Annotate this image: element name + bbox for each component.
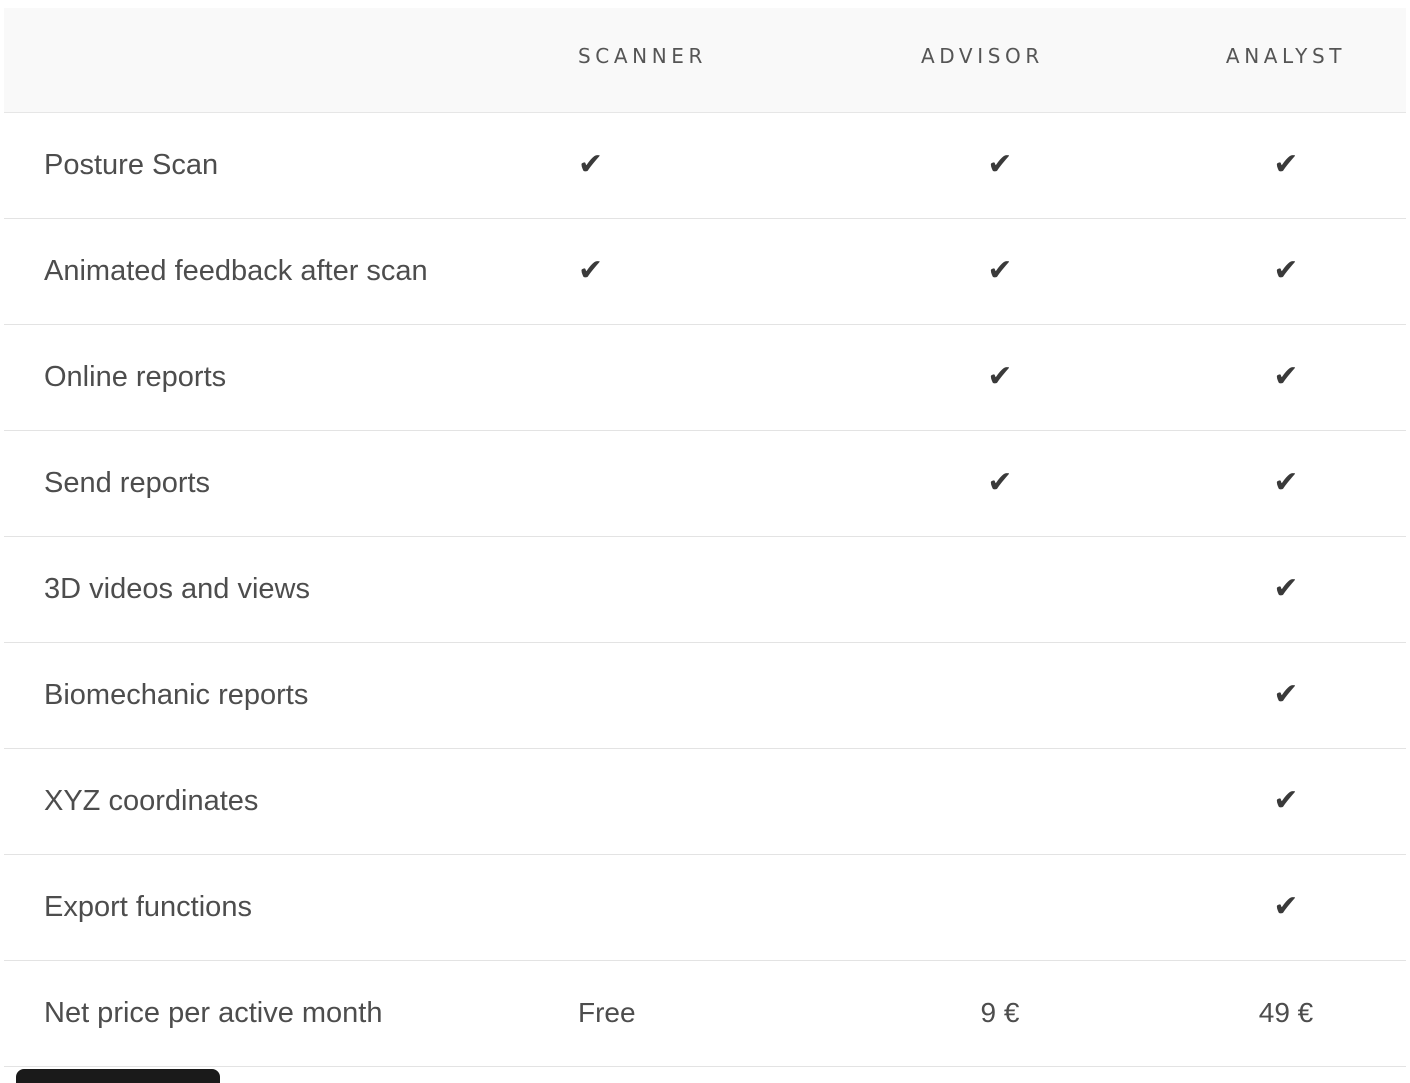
- table-row: Biomechanic reports ✔: [4, 642, 1406, 748]
- cell-scanner: [538, 430, 854, 536]
- feature-label: 3D videos and views: [44, 572, 310, 605]
- cell-analyst: ✔: [1166, 112, 1406, 218]
- cell-analyst: ✔: [1166, 324, 1406, 430]
- price-analyst-value: 49 €: [1258, 996, 1314, 1028]
- feature-label: Export functions: [44, 890, 252, 923]
- feature-label: Biomechanic reports: [44, 678, 309, 711]
- plan-header-analyst: ANALYST: [1225, 43, 1347, 68]
- price-scanner: Free: [538, 960, 854, 1066]
- check-icon: ✔: [1273, 888, 1299, 924]
- check-icon: ✔: [987, 252, 1013, 288]
- table-row: Send reports ✔ ✔: [4, 430, 1406, 536]
- cell-analyst: ✔: [1166, 642, 1406, 748]
- cell-scanner: ✔: [538, 218, 854, 324]
- check-icon: ✔: [1273, 570, 1299, 606]
- price-advisor: 9 €: [854, 960, 1166, 1066]
- price-analyst: 49 €: [1166, 960, 1406, 1066]
- feature-column-header: [4, 8, 538, 112]
- check-icon: ✔: [1273, 464, 1299, 500]
- table-body: Posture Scan ✔ ✔ ✔ Animated feedback after s…: [4, 112, 1406, 1066]
- feature-label: Send reports: [44, 466, 211, 499]
- cell-analyst: ✔: [1166, 430, 1406, 536]
- cell-advisor: ✔: [854, 324, 1166, 430]
- bottom-tab-handle[interactable]: [16, 1069, 220, 1083]
- plan-header-advisor: ADVISOR: [921, 43, 1044, 68]
- check-icon: ✔: [578, 146, 604, 182]
- cell-advisor: [854, 642, 1166, 748]
- price-row-label: Net price per active month: [44, 996, 383, 1029]
- feature-label: Animated feedback after scan: [44, 254, 428, 287]
- table-row: XYZ coordinates ✔: [4, 748, 1406, 854]
- cell-scanner: [538, 748, 854, 854]
- check-icon: ✔: [1273, 252, 1299, 288]
- cell-advisor: ✔: [854, 218, 1166, 324]
- price-row: Net price per active month Free 9 € 49 €: [4, 960, 1406, 1066]
- cell-scanner: [538, 854, 854, 960]
- cell-scanner: [538, 536, 854, 642]
- cell-scanner: [538, 324, 854, 430]
- check-icon: ✔: [987, 358, 1013, 394]
- cell-analyst: ✔: [1166, 536, 1406, 642]
- check-icon: ✔: [578, 252, 604, 288]
- table-row: Animated feedback after scan ✔ ✔ ✔: [4, 218, 1406, 324]
- check-icon: ✔: [1273, 358, 1299, 394]
- cell-scanner: ✔: [538, 112, 854, 218]
- table-row: 3D videos and views ✔: [4, 536, 1406, 642]
- cell-analyst: ✔: [1166, 748, 1406, 854]
- feature-label: XYZ coordinates: [44, 784, 259, 817]
- cell-advisor: [854, 854, 1166, 960]
- table-row: Export functions ✔: [4, 854, 1406, 960]
- cell-analyst: ✔: [1166, 854, 1406, 960]
- table-row: Online reports ✔ ✔: [4, 324, 1406, 430]
- check-icon: ✔: [1273, 676, 1299, 712]
- cell-advisor: [854, 536, 1166, 642]
- plan-header-scanner: SCANNER: [578, 43, 707, 68]
- price-scanner-value: Free: [578, 996, 636, 1028]
- cell-analyst: ✔: [1166, 218, 1406, 324]
- check-icon: ✔: [1273, 782, 1299, 818]
- cell-advisor: ✔: [854, 112, 1166, 218]
- cell-advisor: ✔: [854, 430, 1166, 536]
- check-icon: ✔: [1273, 146, 1299, 182]
- feature-label: Online reports: [44, 360, 227, 393]
- pricing-comparison-table-wrap: SCANNER ADVISOR ANALYST Posture Scan ✔ ✔ ✔ A…: [4, 8, 1406, 1067]
- cell-scanner: [538, 642, 854, 748]
- table-row: Posture Scan ✔ ✔ ✔: [4, 112, 1406, 218]
- pricing-comparison-table: SCANNER ADVISOR ANALYST Posture Scan ✔ ✔ ✔ A…: [4, 8, 1406, 1067]
- check-icon: ✔: [987, 146, 1013, 182]
- table-header-row: SCANNER ADVISOR ANALYST: [4, 8, 1406, 112]
- cell-advisor: [854, 748, 1166, 854]
- price-advisor-value: 9 €: [980, 996, 1020, 1028]
- check-icon: ✔: [987, 464, 1013, 500]
- feature-label: Posture Scan: [44, 148, 219, 181]
